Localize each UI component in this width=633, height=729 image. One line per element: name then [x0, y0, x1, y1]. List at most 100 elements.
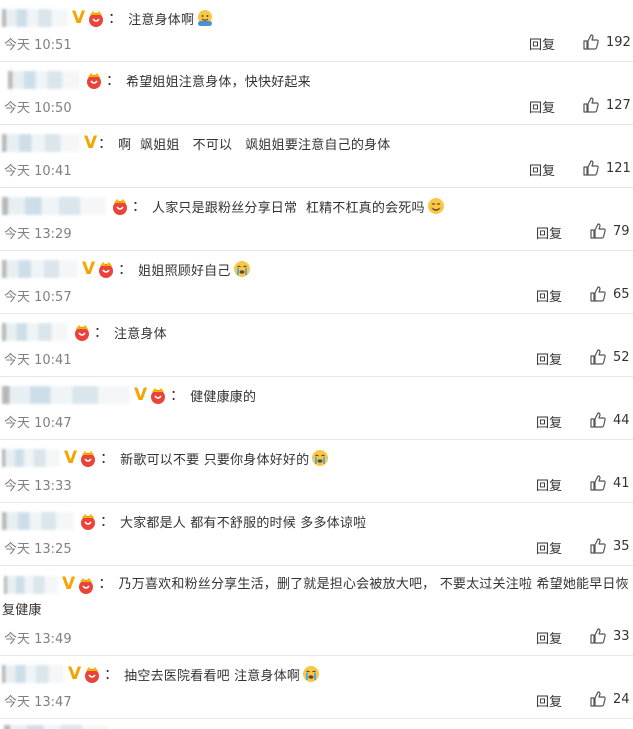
reply-button[interactable]: 回复 — [536, 691, 562, 710]
comment-item: V：乃万喜欢和粉丝分享生活，删了就是担心会被放大吧， 不要太过关注啦 希望她能早… — [0, 566, 633, 656]
comment-time: 今天 13:25 — [4, 542, 72, 557]
crown-badge-icon — [76, 576, 96, 594]
crown-badge-icon — [78, 512, 98, 530]
blurred-username[interactable] — [2, 665, 64, 683]
comment-header: V ： 姐姐照顾好自己 — [0, 256, 252, 282]
comment-time: 今天 10:41 — [4, 164, 72, 179]
thumbs-up-icon — [583, 160, 599, 176]
thumbs-up-icon — [590, 286, 606, 302]
comment-item: V ： 健健康康的 今天 10:47 回复 44 — [0, 377, 633, 440]
comment-item-partial — [0, 719, 633, 729]
comment-text: 希望姐姐注意身体，快快好起来 — [126, 74, 311, 90]
blurred-username[interactable] — [2, 386, 130, 404]
comment-text: 大家都是人 都有不舒服的时候 多多体谅啦 — [120, 515, 367, 531]
comment-header: ： 大家都是人 都有不舒服的时候 多多体谅啦 — [0, 508, 366, 534]
comment-text: 姐姐照顾好自己 — [138, 263, 231, 279]
comment-text: 注意身体 — [114, 326, 167, 342]
like-count: 52 — [613, 349, 630, 365]
verified-v-icon: V — [84, 132, 98, 153]
comment-time: 今天 10:41 — [4, 353, 72, 368]
thumbs-up-icon — [590, 628, 606, 644]
cry-emoji-icon — [310, 448, 330, 468]
colon: ： — [104, 667, 119, 683]
comment-item: ： 注意身体 今天 10:41 回复 52 — [0, 314, 633, 377]
comment-header: V ： 抽空去医院看看吧 注意身体啊 — [0, 661, 321, 687]
colon: ： — [132, 199, 146, 215]
comment-header: ： 人家只是跟粉丝分享日常 杠精不杠真的会死吗 — [0, 193, 446, 219]
comment-time: 今天 10:47 — [4, 416, 72, 431]
reply-button[interactable]: 回复 — [536, 538, 562, 557]
like-button[interactable]: 33 — [589, 627, 630, 645]
thumbs-up-icon — [583, 97, 599, 113]
reply-button[interactable]: 回复 — [536, 628, 562, 647]
like-button[interactable]: 35 — [589, 537, 630, 555]
like-count: 127 — [606, 97, 631, 113]
comment-item: V ： 注意身体啊 今天 10:51 回复 192 — [0, 0, 633, 62]
colon: ： — [100, 514, 114, 530]
blurred-username[interactable] — [4, 725, 108, 729]
colon: ： — [106, 73, 120, 89]
like-count: 41 — [613, 475, 630, 491]
cry-emoji-icon — [301, 664, 321, 684]
comment-header: V ： 健健康康的 — [0, 382, 256, 408]
like-button[interactable]: 41 — [589, 474, 630, 492]
blurred-username[interactable] — [2, 134, 80, 152]
reply-button[interactable]: 回复 — [529, 97, 555, 116]
blurred-username[interactable] — [4, 575, 58, 594]
verified-v-icon: V — [134, 384, 148, 405]
like-count: 35 — [613, 538, 630, 554]
comment-text: 人家只是跟粉丝分享日常 杠精不杠真的会死吗 — [152, 200, 425, 216]
reply-button[interactable]: 回复 — [529, 160, 555, 179]
colon: ： — [108, 11, 123, 27]
smile-emoji-icon — [426, 196, 446, 216]
blurred-username[interactable] — [2, 9, 68, 27]
like-button[interactable]: 65 — [589, 285, 630, 303]
comment-header: V ： 啊 飒姐姐 不可以 飒姐姐要注意自己的身体 — [0, 130, 390, 156]
blurred-username[interactable] — [2, 323, 68, 341]
colon: ： — [94, 325, 108, 341]
like-count: 79 — [613, 223, 630, 239]
blurred-username[interactable] — [2, 197, 106, 215]
crown-badge-icon — [96, 260, 116, 278]
reply-button[interactable]: 回复 — [536, 286, 562, 305]
comment-item: ： 大家都是人 都有不舒服的时候 多多体谅啦 今天 13:25 回复 35 — [0, 503, 633, 566]
comment-time: 今天 10:50 — [4, 101, 72, 116]
verified-v-icon: V — [64, 447, 78, 468]
blurred-username[interactable] — [2, 449, 60, 467]
comment-text: 新歌可以不要 只要你身体好好的 — [120, 452, 310, 468]
comment-list: V ： 注意身体啊 今天 10:51 回复 192 ： 希望姐姐注意身体，快快好… — [0, 0, 633, 729]
reply-button[interactable]: 回复 — [536, 349, 562, 368]
reply-button[interactable]: 回复 — [536, 223, 562, 242]
like-count: 44 — [613, 412, 630, 428]
cry-emoji-icon — [232, 259, 252, 279]
crown-badge-icon — [148, 386, 168, 404]
reply-button[interactable]: 回复 — [529, 34, 555, 53]
blurred-username[interactable] — [2, 260, 78, 278]
like-button[interactable]: 44 — [589, 411, 630, 429]
hug-emoji-icon — [195, 8, 215, 28]
like-button[interactable]: 79 — [589, 222, 630, 240]
verified-v-icon: V — [72, 7, 86, 28]
like-button[interactable]: 24 — [589, 690, 630, 708]
like-count: 33 — [613, 628, 630, 644]
thumbs-up-icon — [590, 475, 606, 491]
like-button[interactable]: 192 — [582, 33, 631, 51]
verified-v-icon: V — [62, 574, 76, 594]
comment-header: V ： 注意身体啊 — [0, 5, 215, 31]
like-button[interactable]: 52 — [589, 348, 630, 366]
comment-text: 抽空去医院看看吧 注意身体啊 — [124, 668, 301, 684]
comment-text: 健健康康的 — [190, 389, 257, 405]
reply-button[interactable]: 回复 — [536, 412, 562, 431]
crown-badge-icon — [86, 9, 106, 27]
comment-text: 啊 飒姐姐 不可以 飒姐姐要注意自己的身体 — [118, 137, 391, 153]
comment-header: V ： 新歌可以不要 只要你身体好好的 — [0, 445, 330, 471]
crown-badge-icon — [72, 323, 92, 341]
comment-item: V ： 姐姐照顾好自己 今天 10:57 回复 65 — [0, 251, 633, 314]
blurred-username[interactable] — [2, 512, 74, 530]
blurred-username[interactable] — [8, 71, 80, 89]
like-button[interactable]: 121 — [582, 159, 631, 177]
comment-time: 今天 13:33 — [4, 479, 72, 494]
reply-button[interactable]: 回复 — [536, 475, 562, 494]
like-button[interactable]: 127 — [582, 96, 631, 114]
thumbs-up-icon — [590, 349, 606, 365]
